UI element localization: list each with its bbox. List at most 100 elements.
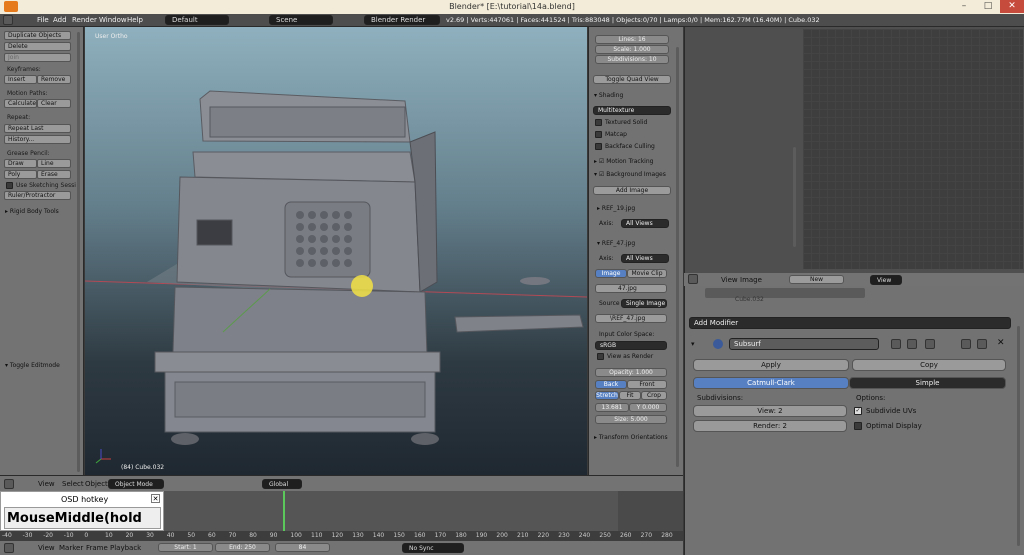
menu-add[interactable]: Add — [53, 16, 67, 24]
move-up-icon[interactable] — [961, 339, 971, 349]
scene-selector[interactable]: Scene — [269, 15, 333, 25]
crop-toggle[interactable]: Crop — [641, 391, 667, 400]
transform-orientation-dropdown[interactable]: Global — [262, 479, 302, 489]
apply-button[interactable]: Apply — [693, 359, 849, 371]
tab-image[interactable]: Image — [595, 269, 627, 278]
info-editor-icon[interactable] — [3, 15, 13, 25]
rigid-body-panel-header[interactable]: ▸ Rigid Body Tools — [5, 208, 59, 215]
shading-mode-dropdown[interactable]: Multitexture — [593, 106, 671, 115]
current-frame-line[interactable] — [283, 491, 285, 531]
menu-select[interactable]: Select — [62, 480, 84, 488]
current-frame-field[interactable]: 84 — [275, 543, 330, 552]
img-menu-view[interactable]: View — [721, 276, 738, 284]
grid-scale-field[interactable]: Scale: 1.000 — [595, 45, 669, 54]
grease-draw-button[interactable]: Draw — [4, 159, 37, 168]
modifier-name-field[interactable]: Subsurf — [729, 338, 879, 350]
editor-type-icon[interactable] — [4, 479, 14, 489]
source-dropdown[interactable]: Single Image — [621, 299, 667, 308]
toolshelf-scrollbar[interactable] — [77, 32, 80, 472]
menu-window[interactable]: Window — [99, 16, 127, 24]
menu-help[interactable]: Help — [127, 16, 143, 24]
toggle-editmode-panel-header[interactable]: ▾ Toggle Editmode — [5, 362, 60, 369]
start-frame-field[interactable]: Start: 1 — [158, 543, 213, 552]
menu-file[interactable]: File — [37, 16, 49, 24]
background-images-panel-header[interactable]: ▾ ☑ Background Images — [594, 171, 666, 178]
offset-x-field[interactable]: 13.681 — [595, 403, 629, 412]
opacity-slider[interactable]: Opacity: 1.000 — [595, 368, 667, 377]
maximize-icon[interactable]: □ — [976, 0, 1000, 13]
stretch-toggle[interactable]: Stretch — [595, 391, 619, 400]
use-sketching-checkbox[interactable] — [6, 182, 13, 189]
insert-keyframe-button[interactable]: Insert — [4, 75, 37, 84]
ref19-axis-dropdown[interactable]: All Views — [621, 219, 669, 228]
layout-selector[interactable]: Default — [165, 15, 229, 25]
color-space-dropdown[interactable]: sRGB — [595, 341, 667, 350]
remove-modifier-icon[interactable]: ✕ — [997, 338, 1007, 348]
move-down-icon[interactable] — [977, 339, 987, 349]
editmode-visibility-icon[interactable] — [925, 339, 935, 349]
back-toggle[interactable]: Back — [595, 380, 627, 389]
front-toggle[interactable]: Front — [627, 380, 667, 389]
optimal-display-checkbox[interactable] — [854, 422, 862, 430]
transform-orientations-panel-header[interactable]: ▸ Transform Orientations — [594, 434, 668, 441]
grease-line-button[interactable]: Line — [37, 159, 71, 168]
fit-toggle[interactable]: Fit — [619, 391, 641, 400]
mode-dropdown[interactable]: Object Mode — [108, 479, 164, 489]
grid-lines-field[interactable]: Lines: 16 — [595, 35, 669, 44]
menu-object[interactable]: Object — [85, 480, 108, 488]
shading-panel-header[interactable]: ▾ Shading — [594, 92, 623, 99]
toggle-quad-view-button[interactable]: Toggle Quad View — [593, 75, 671, 84]
minimize-icon[interactable]: – — [952, 0, 976, 13]
menu-render[interactable]: Render — [72, 16, 97, 24]
sync-dropdown[interactable]: No Sync — [402, 543, 464, 553]
view-levels-field[interactable]: View: 2 — [693, 405, 847, 417]
grease-poly-button[interactable]: Poly — [4, 170, 37, 179]
grid-subdivisions-field[interactable]: Subdivisions: 10 — [595, 55, 669, 64]
tl-menu-playback[interactable]: Playback — [110, 544, 141, 552]
properties-scrollbar[interactable] — [1017, 326, 1020, 546]
image-name-field[interactable]: 47.jpg — [595, 284, 667, 293]
tl-menu-frame[interactable]: Frame — [86, 544, 108, 552]
ref47-item[interactable]: ▾ REF_47.jpg — [597, 240, 635, 247]
view-as-render-checkbox[interactable] — [597, 353, 604, 360]
img-view-dropdown[interactable]: View — [870, 275, 902, 285]
motion-tracking-panel-header[interactable]: ▸ ☑ Motion Tracking — [594, 158, 653, 165]
viewport-visibility-icon[interactable] — [907, 339, 917, 349]
img-menu-image[interactable]: Image — [740, 276, 762, 284]
subdivide-uvs-checkbox[interactable]: ✓ — [854, 407, 862, 415]
collapse-modifier-icon[interactable]: ▾ — [691, 340, 699, 348]
clear-paths-button[interactable]: Clear — [37, 99, 71, 108]
tab-movie-clip[interactable]: Movie Clip — [627, 269, 667, 278]
offset-y-field[interactable]: Y 0.000 — [629, 403, 667, 412]
delete-button[interactable]: Delete — [4, 42, 71, 51]
menu-view[interactable]: View — [38, 480, 55, 488]
render-engine-selector[interactable]: Blender Render — [364, 15, 440, 25]
properties-context-tabs[interactable] — [705, 288, 865, 298]
repeat-last-button[interactable]: Repeat Last — [4, 124, 71, 133]
add-image-button[interactable]: Add Image — [593, 186, 671, 195]
copy-button[interactable]: Copy — [852, 359, 1006, 371]
grease-erase-button[interactable]: Erase — [37, 170, 71, 179]
size-field[interactable]: Size: 5.000 — [595, 415, 667, 424]
close-icon[interactable]: ✕ — [1000, 0, 1024, 13]
end-frame-field[interactable]: End: 250 — [215, 543, 270, 552]
simple-toggle[interactable]: Simple — [849, 377, 1006, 389]
remove-keyframe-button[interactable]: Remove — [37, 75, 71, 84]
duplicate-objects-button[interactable]: Duplicate Objects — [4, 31, 71, 40]
matcap-checkbox[interactable] — [595, 131, 602, 138]
calculate-paths-button[interactable]: Calculate — [4, 99, 37, 108]
ref19-item[interactable]: ▸ REF_19.jpg — [597, 205, 635, 212]
image-path-field[interactable]: \REF_47.jpg — [595, 314, 667, 323]
osd-close-icon[interactable]: ✕ — [151, 494, 160, 503]
textured-solid-checkbox[interactable] — [595, 119, 602, 126]
tl-menu-view[interactable]: View — [38, 544, 55, 552]
timeline-editor-icon[interactable] — [4, 543, 14, 553]
new-image-button[interactable]: New — [789, 275, 844, 284]
ruler-button[interactable]: Ruler/Protractor — [4, 191, 71, 200]
render-visibility-icon[interactable] — [891, 339, 901, 349]
catmull-clark-toggle[interactable]: Catmull-Clark — [693, 377, 849, 389]
image-editor-icon[interactable] — [688, 274, 698, 284]
tl-menu-marker[interactable]: Marker — [59, 544, 83, 552]
image-editor-scrollbar[interactable] — [793, 147, 796, 247]
npanel-scrollbar[interactable] — [676, 47, 679, 467]
